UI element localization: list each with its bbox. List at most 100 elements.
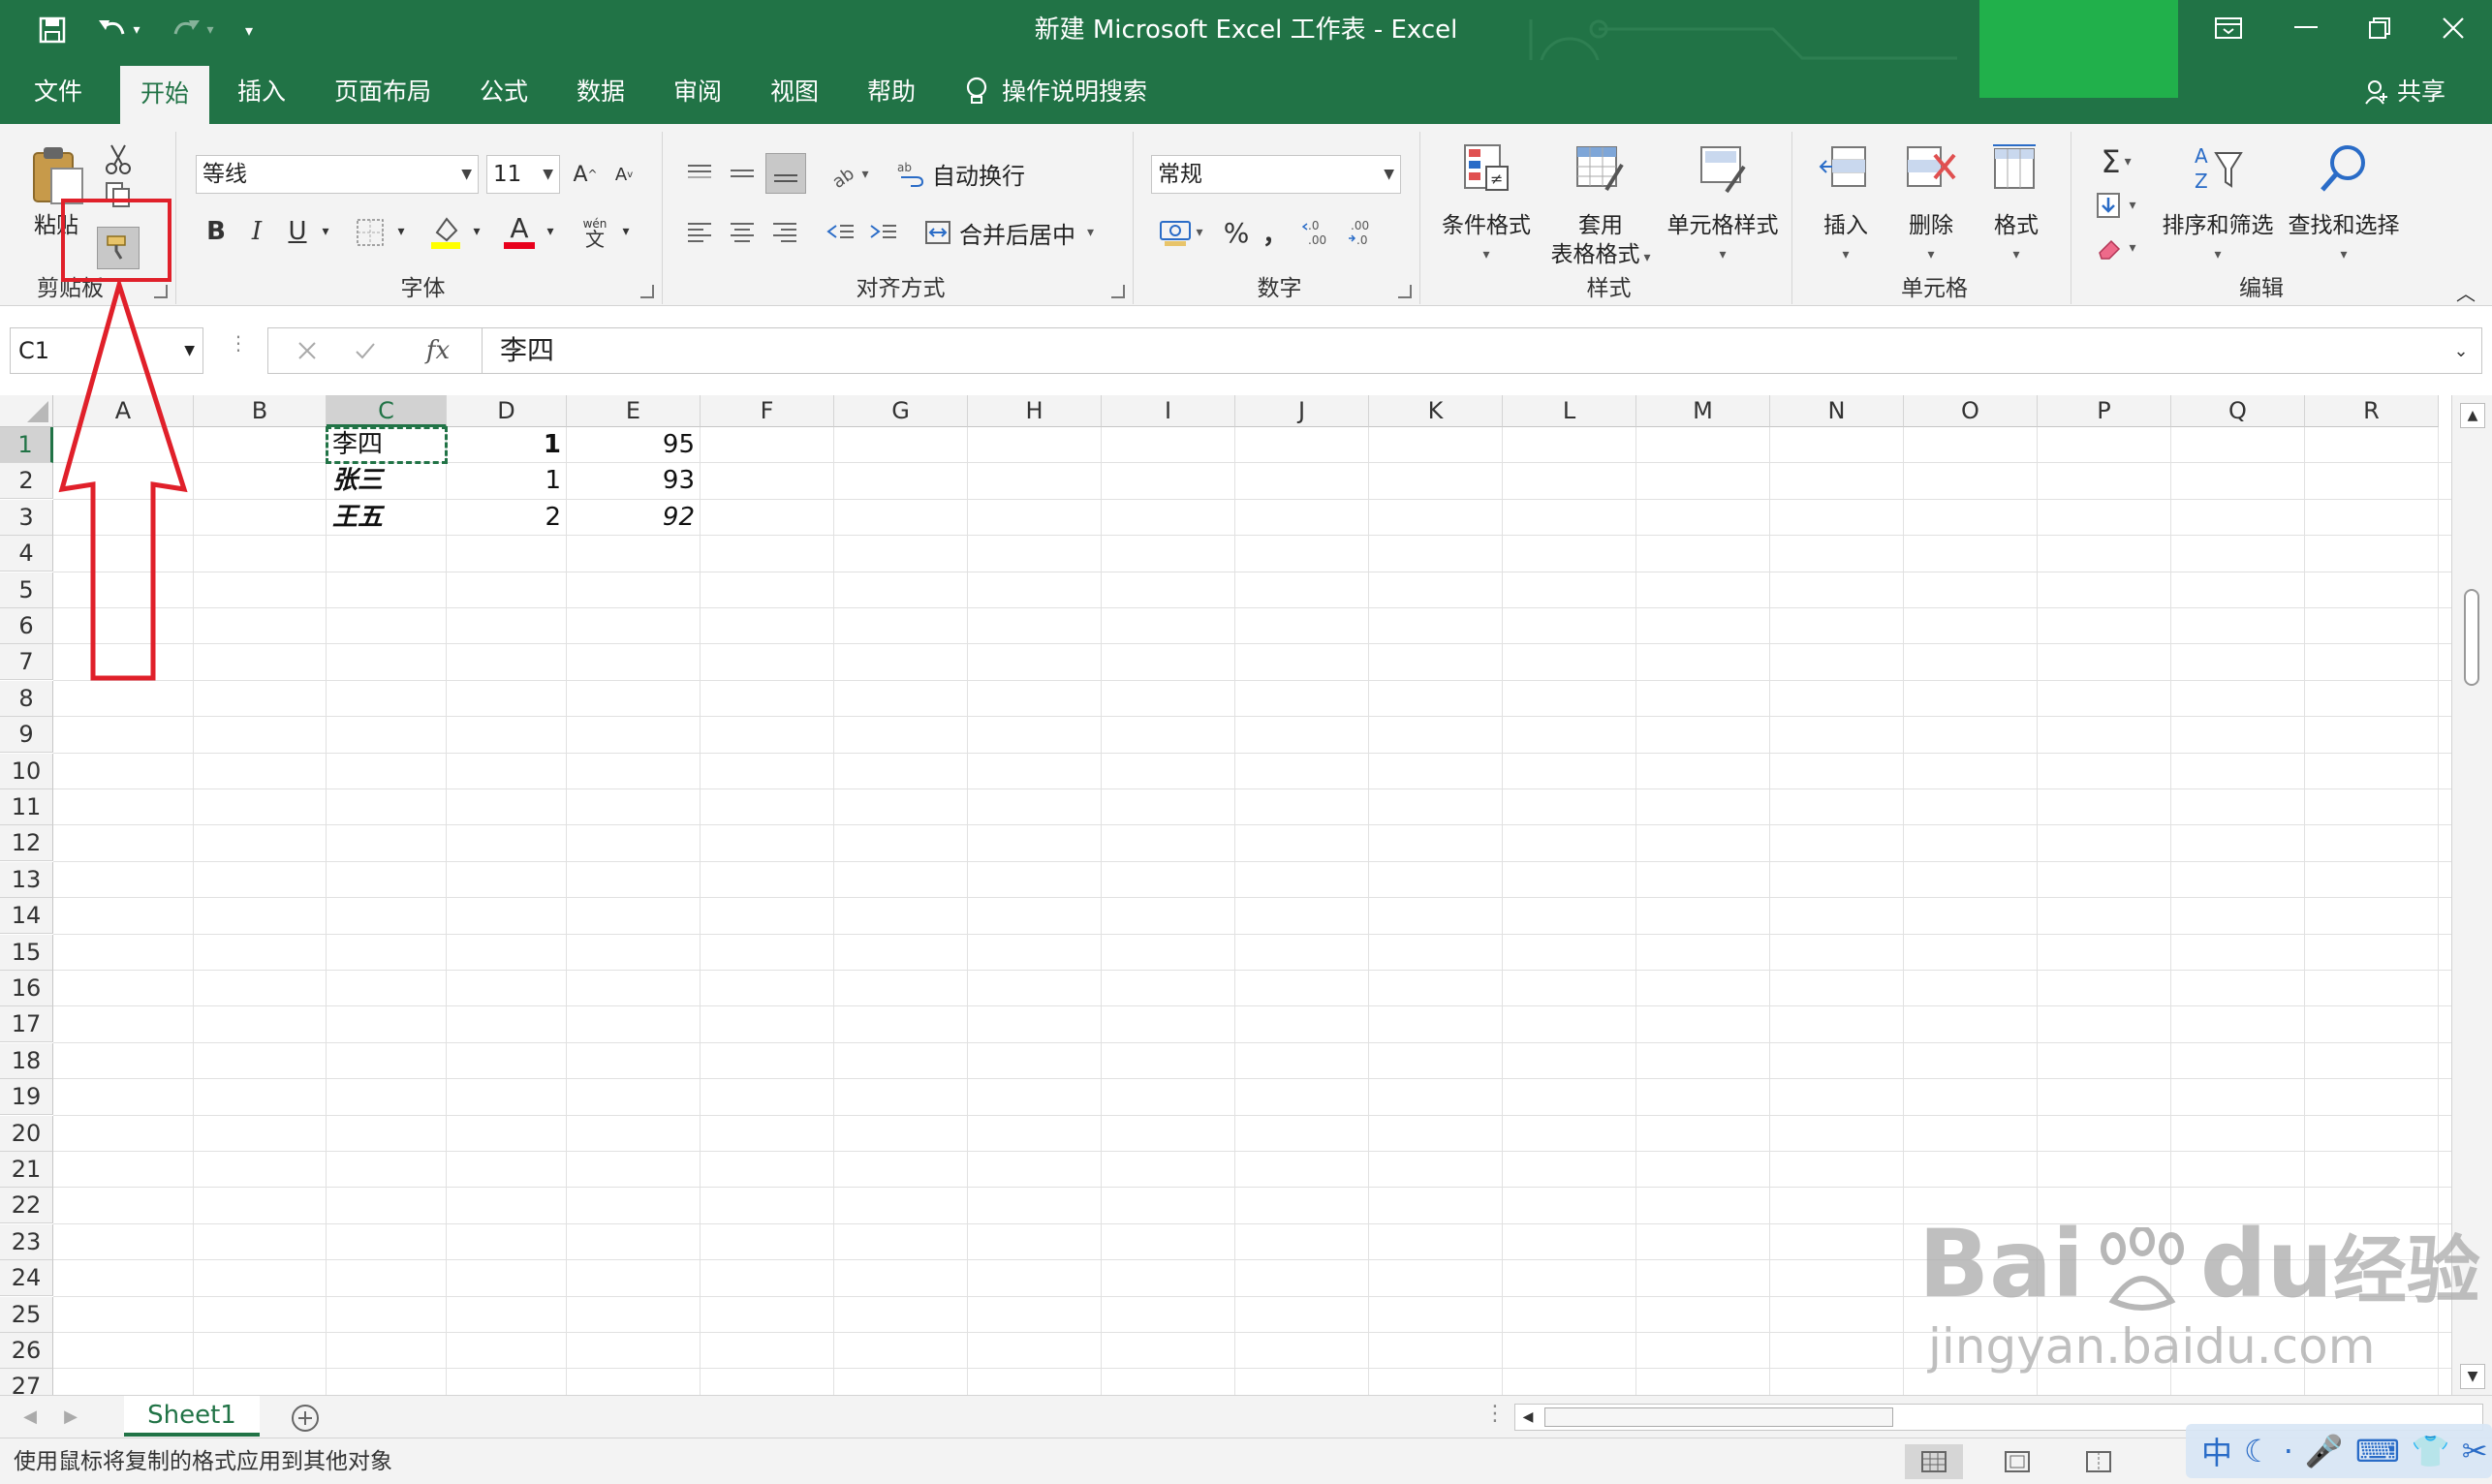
restore-ribbon-icon[interactable] <box>2190 0 2267 56</box>
insert-function-button[interactable]: fx <box>414 332 462 369</box>
collapse-ribbon-icon[interactable]: ︿ <box>2451 279 2480 305</box>
splitter-handle[interactable]: ⋮ <box>229 333 248 362</box>
customize-icon[interactable]: ▾ <box>234 10 264 50</box>
add-sheet-icon[interactable] <box>289 1402 322 1435</box>
row-header-13[interactable]: 13 <box>0 861 53 898</box>
column-header-p[interactable]: P <box>2038 395 2171 427</box>
cell-e3[interactable]: 92 <box>567 500 701 536</box>
italic-button[interactable]: I <box>240 213 273 250</box>
prev-sheet-icon[interactable]: ◀ <box>17 1402 43 1431</box>
cell-styles-button[interactable]: 单元格样式 ▾ <box>1655 141 1791 269</box>
select-all-corner[interactable] <box>0 395 53 427</box>
row-header-27[interactable]: 27 <box>0 1369 53 1395</box>
row-header-7[interactable]: 7 <box>0 644 53 681</box>
orientation-icon[interactable]: ab ▾ <box>822 155 876 194</box>
merge-center-button[interactable]: 合并后居中 ▾ <box>924 213 1118 252</box>
sheet-tab-sheet1[interactable]: Sheet1 <box>124 1396 260 1437</box>
insert-cells-button[interactable]: 插入 ▾ <box>1802 141 1889 269</box>
column-header-q[interactable]: Q <box>2171 395 2305 427</box>
fill-color-icon[interactable] <box>426 211 465 252</box>
column-header-l[interactable]: L <box>1503 395 1636 427</box>
alignment-launcher-icon[interactable] <box>1111 285 1125 298</box>
autosum-button[interactable]: Σ ▾ <box>2087 141 2145 182</box>
column-header-h[interactable]: H <box>968 395 1102 427</box>
column-header-o[interactable]: O <box>1904 395 2038 427</box>
cell-e2[interactable]: 93 <box>567 463 701 499</box>
decrease-font-icon[interactable]: Av <box>607 157 641 192</box>
row-header-15[interactable]: 15 <box>0 934 53 971</box>
borders-icon[interactable] <box>351 215 389 250</box>
tab-insert[interactable]: 插入 <box>223 60 300 124</box>
column-header-i[interactable]: I <box>1102 395 1235 427</box>
column-header-d[interactable]: D <box>447 395 567 427</box>
borders-dropdown-icon[interactable]: ▾ <box>391 213 411 250</box>
align-bottom-icon[interactable] <box>765 153 806 194</box>
row-header-18[interactable]: 18 <box>0 1042 53 1079</box>
tab-help[interactable]: 帮助 <box>851 60 932 124</box>
number-launcher-icon[interactable] <box>1398 285 1412 298</box>
column-header-e[interactable]: E <box>567 395 701 427</box>
page-break-view-icon[interactable] <box>2070 1444 2128 1479</box>
number-format-select[interactable]: 常规 ▼ <box>1151 155 1401 194</box>
clear-icon[interactable]: ▾ <box>2087 229 2145 267</box>
underline-dropdown-icon[interactable]: ▾ <box>316 213 335 250</box>
phonetic-guide-icon[interactable]: wén 文 <box>576 211 614 252</box>
row-header-26[interactable]: 26 <box>0 1333 53 1369</box>
column-header-c[interactable]: C <box>327 395 447 427</box>
undo-icon[interactable]: ▾ <box>89 10 147 50</box>
scroll-left-icon[interactable]: ◀ <box>1515 1405 1541 1430</box>
column-header-m[interactable]: M <box>1636 395 1770 427</box>
increase-indent-icon[interactable] <box>864 213 903 250</box>
row-header-22[interactable]: 22 <box>0 1188 53 1224</box>
font-name-select[interactable]: 等线 ▼ <box>196 155 479 194</box>
tab-formulas[interactable]: 公式 <box>463 60 545 124</box>
cell-c3[interactable]: 王五 <box>327 500 447 536</box>
cell-d2[interactable]: 1 <box>447 463 567 499</box>
underline-button[interactable]: U <box>281 213 314 250</box>
percent-button[interactable]: % <box>1217 213 1256 252</box>
save-icon[interactable] <box>33 10 72 50</box>
tab-review[interactable]: 审阅 <box>657 60 738 124</box>
cell-d3[interactable]: 2 <box>447 500 567 536</box>
row-header-4[interactable]: 4 <box>0 536 53 572</box>
decrease-indent-icon[interactable] <box>822 213 860 250</box>
accounting-format-icon[interactable]: ▾ <box>1153 213 1209 252</box>
cut-icon[interactable] <box>99 141 138 176</box>
decrease-decimal-icon[interactable]: .00.0 <box>1343 213 1386 252</box>
increase-decimal-icon[interactable]: .0.00 <box>1298 213 1341 252</box>
comma-style-button[interactable]: ， <box>1258 213 1293 252</box>
row-header-14[interactable]: 14 <box>0 898 53 935</box>
column-header-r[interactable]: R <box>2305 395 2439 427</box>
row-header-20[interactable]: 20 <box>0 1115 53 1152</box>
font-size-select[interactable]: 11 ▼ <box>486 155 560 194</box>
row-header-12[interactable]: 12 <box>0 825 53 862</box>
sort-filter-button[interactable]: AZ 排序和筛选 ▾ <box>2155 141 2281 269</box>
expand-formula-icon[interactable]: ⌄ <box>2446 332 2476 369</box>
row-header-9[interactable]: 9 <box>0 717 53 754</box>
align-middle-icon[interactable] <box>723 157 762 192</box>
conditional-formatting-button[interactable]: ≠ 条件格式 ▾ <box>1428 141 1544 269</box>
horizontal-scroll-thumb[interactable] <box>1544 1407 1893 1427</box>
row-header-5[interactable]: 5 <box>0 572 53 608</box>
tell-me-search[interactable]: 操作说明搜索 <box>965 60 1178 124</box>
scroll-up-icon[interactable]: ▲ <box>2460 403 2485 428</box>
row-header-2[interactable]: 2 <box>0 463 53 500</box>
cell-e1[interactable]: 95 <box>567 427 701 463</box>
font-color-icon[interactable]: A <box>500 211 539 252</box>
enter-icon[interactable] <box>346 332 385 369</box>
ime-toolbar[interactable]: 中 ☾ · 🎤 ⌨ 👕 ✂ <box>2186 1424 2492 1478</box>
column-header-f[interactable]: F <box>701 395 834 427</box>
tab-file[interactable]: 文件 <box>17 60 99 124</box>
vertical-scroll-thumb[interactable] <box>2464 589 2479 686</box>
row-header-6[interactable]: 6 <box>0 608 53 644</box>
tab-split-handle[interactable]: ⋮ <box>1484 1402 1506 1426</box>
find-select-button[interactable]: 查找和选择 ▾ <box>2281 141 2407 269</box>
column-header-b[interactable]: B <box>194 395 327 427</box>
row-header-19[interactable]: 19 <box>0 1079 53 1116</box>
minimize-icon[interactable] <box>2267 0 2345 56</box>
column-header-n[interactable]: N <box>1770 395 1904 427</box>
row-header-25[interactable]: 25 <box>0 1296 53 1333</box>
next-sheet-icon[interactable]: ▶ <box>58 1402 83 1431</box>
row-header-23[interactable]: 23 <box>0 1223 53 1260</box>
format-cells-button[interactable]: 格式 ▾ <box>1973 141 2060 269</box>
